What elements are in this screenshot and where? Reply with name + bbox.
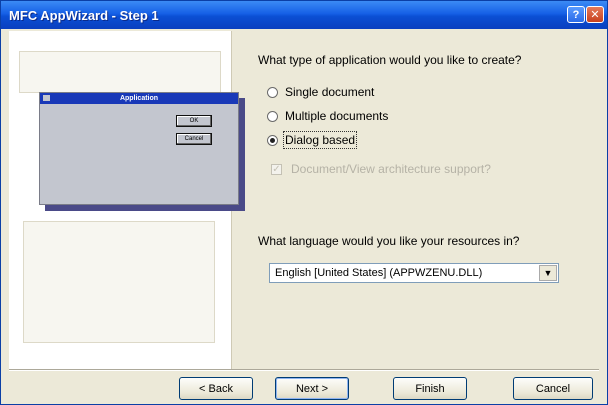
language-selected-value: English [United States] (APPWZENU.DLL) bbox=[275, 267, 483, 279]
appwizard-window: MFC AppWizard - Step 1 ? ✕ Application O… bbox=[0, 0, 608, 405]
illustration-backdrop bbox=[23, 221, 215, 343]
system-menu-icon bbox=[43, 95, 50, 101]
close-button[interactable]: ✕ bbox=[586, 6, 604, 23]
mini-dialog-title: Application bbox=[119, 95, 159, 102]
radio-label: Multiple documents bbox=[285, 109, 389, 123]
mini-cancel-button: Cancel bbox=[176, 133, 212, 145]
check-icon: ✓ bbox=[271, 163, 282, 175]
mini-ok-button: OK bbox=[176, 115, 212, 127]
mini-dialog-titlebar: Application bbox=[40, 93, 238, 104]
help-button[interactable]: ? bbox=[567, 6, 585, 23]
language-question: What language would you like your resour… bbox=[258, 234, 520, 248]
illustration-backdrop bbox=[19, 51, 221, 93]
app-type-question: What type of application would you like … bbox=[258, 53, 522, 67]
window-title: MFC AppWizard - Step 1 bbox=[9, 7, 159, 23]
radio-button[interactable] bbox=[267, 86, 278, 98]
radio-button[interactable] bbox=[267, 110, 278, 122]
next-button-label: Next > bbox=[295, 382, 329, 395]
radio-multiple-documents[interactable]: Multiple documents bbox=[267, 108, 388, 124]
next-button[interactable]: Next > bbox=[275, 377, 349, 400]
back-button-label: < Back bbox=[199, 382, 233, 395]
help-icon: ? bbox=[572, 8, 580, 21]
language-dropdown[interactable]: English [United States] (APPWZENU.DLL) ▼ bbox=[269, 263, 559, 283]
illustration-panel: Application OK Cancel bbox=[9, 31, 245, 369]
finish-button[interactable]: Finish bbox=[393, 377, 467, 400]
cancel-button-label: Cancel bbox=[535, 382, 571, 395]
bottom-divider bbox=[9, 369, 599, 371]
finish-button-label: Finish bbox=[415, 382, 445, 395]
radio-dialog-based[interactable]: Dialog based bbox=[267, 131, 358, 149]
radio-single-document[interactable]: Single document bbox=[267, 84, 374, 100]
doc-view-label: Document/View architecture support? bbox=[291, 162, 491, 176]
title-bar[interactable]: MFC AppWizard - Step 1 ? ✕ bbox=[1, 1, 607, 29]
mini-dialog-illustration: Application OK Cancel bbox=[39, 92, 239, 205]
doc-view-checkbox-row: ✓ Document/View architecture support? bbox=[271, 162, 491, 176]
radio-label: Single document bbox=[285, 85, 375, 99]
cancel-button[interactable]: Cancel bbox=[513, 377, 593, 400]
chevron-down-icon[interactable]: ▼ bbox=[539, 265, 557, 281]
radio-button-selected[interactable] bbox=[267, 134, 278, 146]
radio-label: Dialog based bbox=[282, 131, 358, 149]
close-icon: ✕ bbox=[590, 9, 600, 21]
back-button[interactable]: < Back bbox=[179, 377, 253, 400]
